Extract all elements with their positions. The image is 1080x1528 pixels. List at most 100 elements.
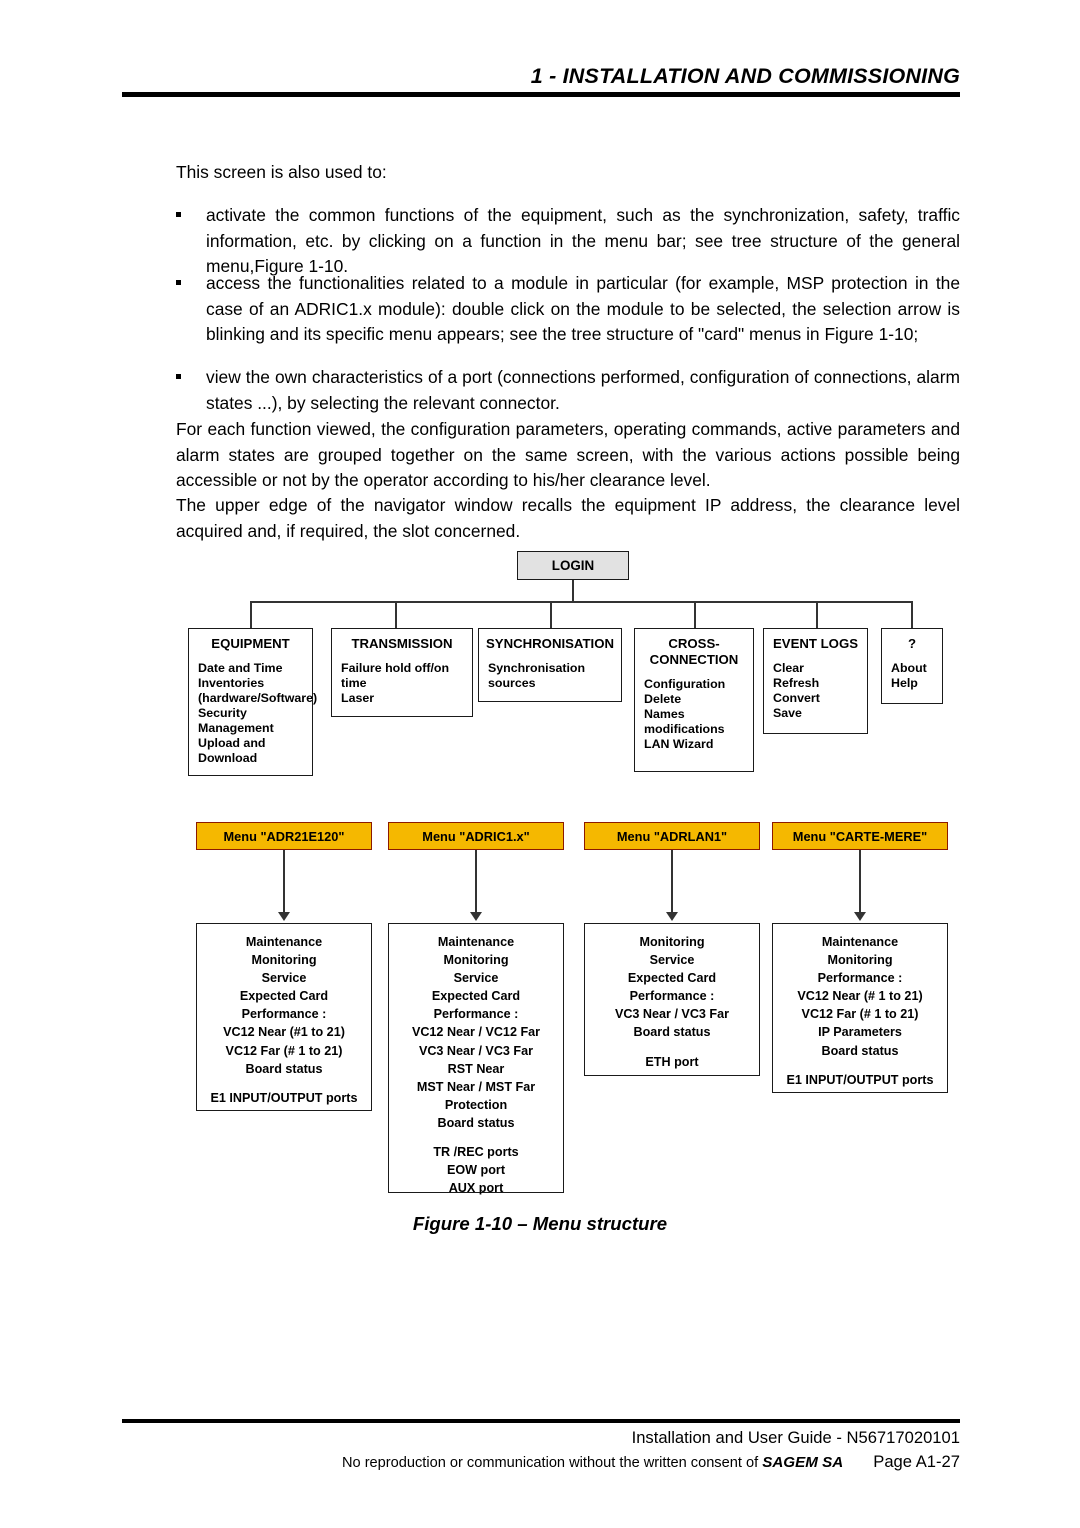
node-title: ?: [907, 636, 917, 651]
footer-rule: [122, 1419, 960, 1423]
card-line: Performance :: [241, 1007, 327, 1022]
node-item: Inventories (hardware/Software): [198, 675, 318, 705]
node-item: Laser: [341, 690, 375, 705]
node-item: LAN Wizard: [644, 736, 714, 751]
card-line: Board status: [437, 1115, 515, 1130]
card-line: Expected Card: [627, 971, 717, 986]
node-item: Help: [891, 675, 918, 690]
card-line: VC12 Far (# 1 to 21): [801, 1007, 919, 1022]
card-line: Maintenance: [821, 935, 899, 949]
arrow-head-icon: [278, 912, 290, 921]
card-line: Board status: [633, 1025, 711, 1040]
card-spacer: [201, 1078, 367, 1089]
card-line: MST Near / MST Far: [416, 1079, 536, 1094]
node-item: Save: [773, 706, 802, 721]
node-items: Clear Refresh Convert Save: [764, 652, 867, 729]
card-menu-adr21e120[interactable]: Maintenance Monitoring Service Expected …: [196, 923, 372, 1111]
connector-drop-transmission: [395, 601, 397, 629]
diagram-node-help[interactable]: ? About Help: [881, 628, 943, 704]
document-page: 1 - INSTALLATION AND COMMISSIONING This …: [0, 0, 1080, 1528]
card-line: Expected Card: [431, 989, 521, 1004]
card-line: Protection: [444, 1097, 508, 1112]
node-title: CROSS- CONNECTION: [649, 636, 739, 667]
card-line: Service: [453, 971, 499, 986]
card-line: VC12 Far (# 1 to 21): [225, 1043, 343, 1058]
card-line: Maintenance: [245, 935, 323, 949]
node-item: Names modifications: [644, 706, 725, 736]
card-line: Expected Card: [239, 989, 329, 1004]
card-spacer: [777, 1060, 943, 1071]
node-item: Synchronisation sources: [488, 660, 586, 690]
arrow-head-icon: [854, 912, 866, 921]
arrow-head-icon: [666, 912, 678, 921]
node-items: Date and Time Inventories (hardware/Soft…: [189, 652, 318, 775]
node-item: Convert: [773, 690, 820, 705]
connector-drop-synchronisation: [550, 601, 552, 629]
node-items: About Help: [882, 652, 942, 699]
node-item: Refresh: [773, 675, 820, 690]
card-line: AUX port: [448, 1181, 504, 1196]
card-line: Performance :: [433, 1007, 519, 1022]
card-menu-adric1x[interactable]: Maintenance Monitoring Service Expected …: [388, 923, 564, 1195]
node-title: TRANSMISSION: [351, 636, 453, 651]
menu-label-adr21e120[interactable]: Menu "ADR21E120": [196, 822, 372, 850]
card-line: Monitoring: [443, 953, 509, 968]
node-item: Upload and Download: [198, 736, 266, 766]
card-line: TR /REC ports: [433, 1145, 519, 1160]
footer-notice-row: No reproduction or communication without…: [120, 1452, 960, 1472]
connector-bus: [250, 601, 912, 603]
node-items: Configuration Delete Names modifications…: [635, 668, 753, 760]
card-menu-adrlan1[interactable]: Monitoring Service Expected Card Perform…: [584, 923, 760, 1076]
card-line: Monitoring: [639, 935, 705, 949]
card-line: VC3 Near / VC3 Far: [614, 1007, 730, 1022]
card-line: Monitoring: [827, 953, 893, 968]
card-line: VC12 Near / VC12 Far: [411, 1025, 541, 1040]
card-line: VC12 Near (# 1 to 21): [797, 989, 923, 1004]
menu-structure-diagram: LOGIN EQUIPMENT Date and Time Inventorie…: [0, 0, 1080, 1528]
menu-label-adric1x[interactable]: Menu "ADRIC1.x": [388, 822, 564, 850]
diagram-node-equipment[interactable]: EQUIPMENT Date and Time Inventories (har…: [188, 628, 318, 776]
footer-page-number: Page A1-27: [873, 1452, 960, 1471]
connector-arrow-line-3: [671, 850, 673, 916]
node-title: EQUIPMENT: [211, 636, 290, 651]
connector-drop-equipment: [250, 601, 252, 629]
card-spacer: [393, 1132, 559, 1143]
diagram-node-event-logs[interactable]: EVENT LOGS Clear Refresh Convert Save: [763, 628, 868, 734]
node-item: Configuration: [644, 676, 726, 691]
diagram-node-cross-connection[interactable]: CROSS- CONNECTION Configuration Delete N…: [634, 628, 754, 772]
node-item: Delete: [644, 691, 682, 706]
card-menu-carte-mere[interactable]: Maintenance Monitoring Performance : VC1…: [772, 923, 948, 1093]
card-line: EOW port: [446, 1163, 506, 1178]
connector-login-trunk: [572, 580, 574, 602]
node-item: Clear: [773, 660, 804, 675]
card-line: Performance :: [817, 971, 903, 986]
card-line: Service: [649, 953, 695, 968]
card-line: E1 INPUT/OUTPUT ports: [786, 1072, 934, 1087]
card-line: E1 INPUT/OUTPUT ports: [210, 1090, 358, 1105]
menu-label-carte-mere[interactable]: Menu "CARTE-MERE": [772, 822, 948, 850]
node-item: Failure hold off/on time: [341, 660, 450, 690]
diagram-node-login[interactable]: LOGIN: [517, 551, 629, 580]
card-line: Board status: [821, 1043, 899, 1058]
diagram-node-synchronisation[interactable]: SYNCHRONISATION Synchronisation sources: [478, 628, 622, 702]
menu-label-adrlan1[interactable]: Menu "ADRLAN1": [584, 822, 760, 850]
card-line: VC3 Near / VC3 Far: [418, 1043, 534, 1058]
card-line: Performance :: [629, 989, 715, 1004]
card-line: RST Near: [447, 1061, 505, 1076]
card-line: VC12 Near (#1 to 21): [223, 1025, 345, 1040]
card-line: Maintenance: [437, 935, 515, 949]
node-title: EVENT LOGS: [773, 636, 858, 651]
card-line: Board status: [245, 1061, 323, 1076]
connector-drop-help: [911, 601, 913, 629]
diagram-node-transmission[interactable]: TRANSMISSION Failure hold off/on time La…: [331, 628, 473, 717]
node-item: Management: [198, 721, 274, 736]
card-spacer: [589, 1042, 755, 1053]
node-items: Failure hold off/on time Laser: [332, 652, 472, 714]
node-title: SYNCHRONISATION: [486, 636, 614, 651]
node-item: Date and Time: [198, 660, 283, 675]
footer-guide: Installation and User Guide - N567170201…: [631, 1428, 960, 1447]
footer-company: SAGEM SA: [762, 1454, 844, 1471]
card-line: Monitoring: [251, 953, 317, 968]
figure-caption: Figure 1-10 – Menu structure: [412, 1213, 668, 1234]
node-item: About: [891, 660, 927, 675]
